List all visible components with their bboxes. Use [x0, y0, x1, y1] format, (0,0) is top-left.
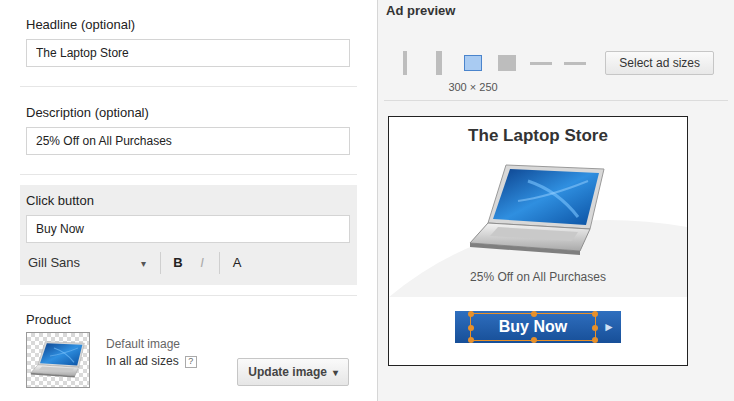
ad-button-label: Buy Now — [499, 315, 567, 339]
resize-handle-icon[interactable] — [468, 325, 474, 331]
resize-handle-icon[interactable] — [592, 311, 598, 317]
font-name: Gill Sans — [28, 253, 80, 273]
ad-size-icon — [403, 51, 407, 75]
preview-title: Ad preview — [378, 0, 734, 20]
product-section: Product Default imageIn all ad sizes? Upda… — [20, 296, 357, 388]
ad-description: 25% Off on All Purchases — [470, 269, 606, 285]
app: Headline (optional) Description (optional… — [0, 0, 734, 401]
resize-handle-icon[interactable] — [592, 337, 598, 343]
click-button-label: Click button — [26, 193, 351, 209]
color-button[interactable]: A — [228, 253, 246, 273]
update-image-button[interactable]: Update image▾ — [237, 358, 349, 386]
ad-click-button[interactable]: Buy Now ► — [455, 311, 621, 343]
ad-size-option[interactable] — [563, 50, 587, 76]
select-ad-sizes-button[interactable]: Select ad sizes — [605, 51, 714, 75]
image-scope: In all ad sizes? — [106, 353, 197, 370]
dropdown-arrow-icon: ▾ — [333, 365, 338, 380]
description-label: Description (optional) — [26, 105, 351, 121]
font-toolbar: Gill Sans ▾ BIA — [26, 252, 351, 274]
product-thumbnail[interactable] — [26, 332, 90, 388]
font-select[interactable]: Gill Sans ▾ — [26, 253, 152, 273]
preview-panel: Ad preview 300 × 250 Select ad sizes The La… — [378, 0, 734, 401]
product-info: Default imageIn all ad sizes? — [106, 332, 197, 370]
ad-size-icon — [436, 51, 442, 75]
toolbar-separator — [160, 252, 161, 274]
ad-arrow-icon: ► — [603, 318, 615, 336]
headline-label: Headline (optional) — [26, 17, 351, 33]
ad-button-label-box[interactable]: Buy Now — [470, 313, 596, 341]
ad-size-icon — [530, 62, 552, 65]
editor-panel: Headline (optional) Description (optional… — [0, 0, 378, 401]
resize-handle-icon[interactable] — [468, 337, 474, 343]
ad-size-label: 300 × 250 — [448, 79, 497, 96]
ad-size-option[interactable] — [427, 50, 451, 76]
ad-size-icon — [498, 55, 516, 71]
dropdown-arrow-icon: ▾ — [141, 256, 146, 271]
ad-headline: The Laptop Store — [468, 125, 608, 147]
headline-section: Headline (optional) — [20, 0, 357, 87]
ad-size-option[interactable]: 300 × 250 — [461, 50, 485, 76]
ad-preview: The Laptop Store 25% Off on All Purchases… — [388, 116, 688, 366]
headline-input[interactable] — [26, 39, 350, 67]
size-options: 300 × 250 — [393, 50, 587, 76]
ad-size-icon — [564, 62, 586, 65]
ad-size-option[interactable] — [495, 50, 519, 76]
ad-size-option[interactable] — [393, 50, 417, 76]
thumbnail-laptop-icon — [30, 340, 86, 380]
click-button-wrap: Click button Gill Sans ▾ BIA — [20, 175, 357, 296]
description-section: Description (optional) — [20, 87, 357, 175]
ad-size-icon — [464, 55, 482, 71]
ad-laptop-icon — [468, 161, 608, 261]
ad-size-option[interactable] — [529, 50, 553, 76]
resize-handle-icon[interactable] — [531, 311, 537, 317]
click-button-input[interactable] — [26, 215, 350, 243]
description-input[interactable] — [26, 127, 350, 155]
resize-handle-icon[interactable] — [468, 311, 474, 317]
product-label: Product — [26, 312, 351, 328]
size-bar: 300 × 250 Select ad sizes — [384, 50, 728, 101]
resize-handle-icon[interactable] — [592, 325, 598, 331]
image-caption: Default image — [106, 336, 197, 353]
help-icon[interactable]: ? — [185, 356, 197, 368]
toolbar-separator — [219, 252, 220, 274]
product-row: Default imageIn all ad sizes? Update imag… — [26, 332, 351, 388]
italic-button[interactable]: I — [193, 253, 211, 273]
click-button-section: Click button Gill Sans ▾ BIA — [20, 185, 357, 285]
resize-handle-icon[interactable] — [531, 337, 537, 343]
bold-button[interactable]: B — [169, 253, 187, 273]
